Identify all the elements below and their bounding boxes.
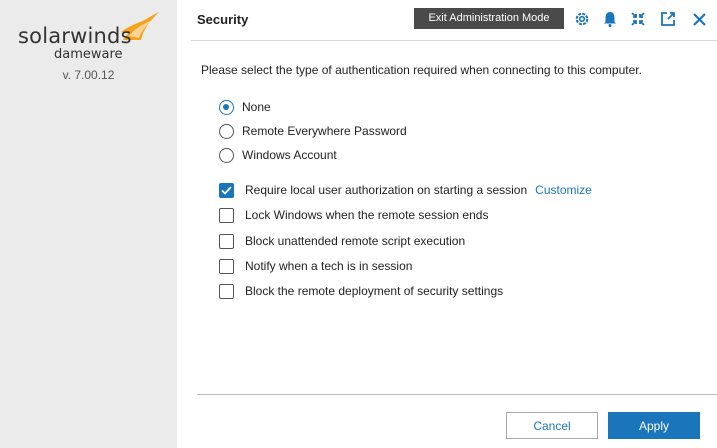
- checkbox-label: Require local user authorization on star…: [245, 183, 528, 197]
- radio-label: Windows Account: [242, 148, 337, 162]
- option-block-remote-deployment[interactable]: Block the remote deployment of security …: [219, 282, 503, 300]
- auth-radio-windows-account[interactable]: Windows Account: [219, 146, 337, 164]
- page-title: Security: [197, 12, 249, 27]
- collapse-icon[interactable]: [628, 9, 648, 29]
- radio-button[interactable]: [219, 99, 234, 115]
- option-lock-windows[interactable]: Lock Windows when the remote session end…: [219, 206, 488, 224]
- external-link-icon[interactable]: [658, 9, 678, 29]
- auth-radio-remote-everywhere-password[interactable]: Remote Everywhere Password: [219, 122, 407, 140]
- auth-prompt: Please select the type of authentication…: [201, 63, 642, 77]
- option-block-unattended-script[interactable]: Block unattended remote script execution: [219, 232, 465, 250]
- checkbox[interactable]: [219, 233, 234, 249]
- main-panel: Security Exit Administration Mode Please…: [177, 0, 717, 448]
- checkmark-icon: [221, 185, 232, 195]
- sidebar: solarwinds dameware v. 7.00.12: [0, 0, 177, 448]
- radio-button[interactable]: [219, 123, 234, 139]
- checkbox-label: Block the remote deployment of security …: [245, 284, 504, 298]
- gear-icon[interactable]: [572, 9, 592, 29]
- customize-link[interactable]: Customize: [535, 183, 592, 197]
- option-require-local-authorization[interactable]: Require local user authorization on star…: [219, 181, 592, 199]
- apply-button[interactable]: Apply: [608, 412, 700, 439]
- header-divider: [191, 40, 717, 41]
- option-notify-tech-in-session[interactable]: Notify when a tech is in session: [219, 257, 412, 275]
- radio-button[interactable]: [219, 147, 234, 163]
- exit-administration-mode-button[interactable]: Exit Administration Mode: [414, 8, 564, 29]
- version-label: v. 7.00.12: [62, 68, 115, 82]
- close-icon[interactable]: [689, 9, 709, 29]
- logo-subtext: dameware: [54, 47, 123, 62]
- checkbox-label: Block unattended remote script execution: [245, 234, 466, 248]
- checkbox-label: Notify when a tech is in session: [245, 259, 413, 273]
- checkbox[interactable]: [219, 182, 234, 198]
- checkbox-label: Lock Windows when the remote session end…: [245, 208, 489, 222]
- logo-text: solarwinds: [18, 24, 132, 48]
- footer-divider: [197, 394, 717, 395]
- bell-icon[interactable]: [600, 9, 620, 29]
- cancel-button[interactable]: Cancel: [506, 412, 598, 439]
- checkbox[interactable]: [219, 207, 234, 223]
- radio-label: None: [242, 100, 271, 114]
- radio-label: Remote Everywhere Password: [242, 124, 407, 138]
- auth-radio-none[interactable]: None: [219, 98, 271, 116]
- checkbox[interactable]: [219, 258, 234, 274]
- checkbox[interactable]: [219, 283, 234, 299]
- header: Security Exit Administration Mode: [177, 0, 717, 40]
